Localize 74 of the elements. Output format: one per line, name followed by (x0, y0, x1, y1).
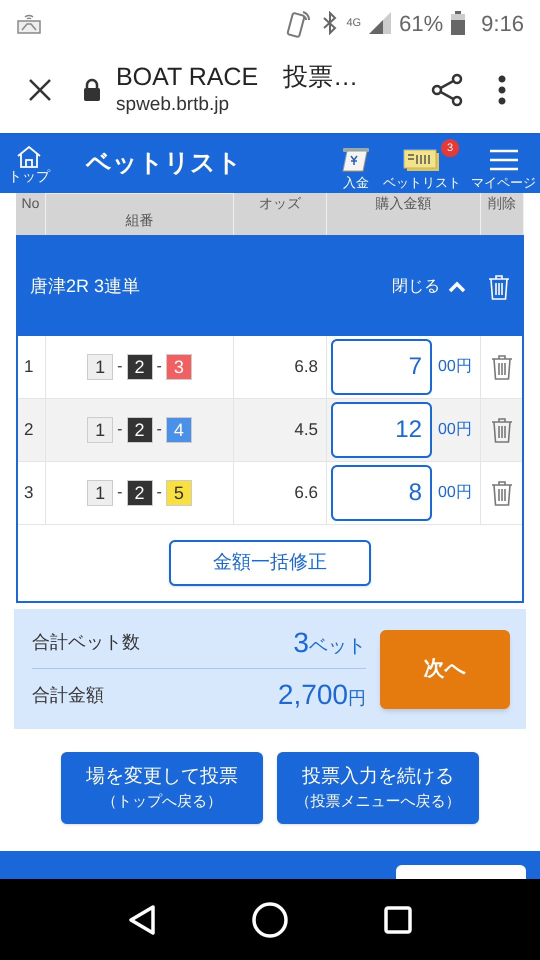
header-nav-item[interactable]: マイページ (469, 139, 538, 189)
menu-icon (488, 147, 520, 173)
header-title: ベットリスト (86, 148, 242, 180)
amount-unit: 00円 (438, 357, 472, 377)
count-badge: 3 (441, 139, 459, 157)
total-amount-label: 合計金額 (32, 684, 104, 706)
share-icon[interactable] (430, 72, 464, 106)
boat-number: 1 (87, 417, 114, 443)
boat-number: 4 (166, 417, 192, 443)
bet-count: 3ベット (293, 626, 366, 660)
ticket-stack-icon (403, 147, 441, 173)
odds: 6.6 (294, 482, 318, 504)
odds: 6.8 (294, 356, 318, 378)
boat-number: 5 (166, 480, 192, 506)
dash: - (156, 420, 162, 440)
amount-unit: 00円 (438, 420, 472, 440)
column-header: 購入金額 (376, 194, 432, 213)
dash: - (117, 357, 122, 377)
row-number: 2 (24, 419, 34, 442)
amount-field[interactable]: 12 (331, 402, 432, 458)
column-header: 組番 (126, 211, 154, 230)
column-header: 削除 (488, 194, 516, 213)
total-amount: 2,700円 (278, 678, 366, 712)
clock: 9:16 (481, 10, 524, 38)
home-circle-icon[interactable] (251, 900, 289, 938)
column-header: オッズ (259, 194, 301, 213)
amount-unit: 00円 (438, 483, 472, 503)
header-nav-item[interactable]: ベットリスト 3 (381, 139, 463, 189)
home-icon (16, 145, 42, 169)
boat-number: 1 (87, 480, 114, 506)
boat-number: 2 (126, 417, 152, 443)
delete-button[interactable] (490, 417, 512, 443)
signal-icon (369, 12, 392, 34)
close-icon[interactable] (28, 78, 52, 102)
boat-number: 2 (126, 480, 152, 506)
bet-count-label: 合計ベット数 (32, 631, 140, 654)
delete-button[interactable] (490, 480, 512, 506)
network-type: 4G (346, 16, 362, 30)
trash-icon (490, 417, 512, 443)
trash-icon (490, 354, 512, 380)
page-title: BOAT RACE 投票… (116, 62, 358, 93)
trash-icon (490, 480, 512, 506)
row-number: 1 (24, 356, 34, 378)
delete-button[interactable] (490, 354, 512, 380)
amount-field[interactable]: 7 (331, 339, 432, 395)
boat-number: 2 (126, 354, 152, 380)
navigation-button[interactable]: 投票入力を続ける （投票メニューへ戻る） (277, 752, 479, 824)
race-group-header[interactable]: 唐津2R 3連単 閉じる (18, 237, 522, 336)
recents-icon[interactable] (383, 904, 413, 934)
battery-icon (451, 11, 466, 35)
amount-field[interactable]: 8 (331, 465, 432, 521)
odds: 4.5 (294, 419, 318, 442)
toggle-label[interactable]: 閉じる (392, 274, 440, 298)
dash: - (156, 483, 162, 503)
battery-percent: 61% (399, 10, 444, 38)
race-title: 唐津2R 3連単 (30, 275, 140, 298)
dash: - (117, 483, 122, 503)
boat-number: 3 (166, 354, 192, 380)
back-icon[interactable] (127, 904, 157, 936)
page-url: spweb.brtb.jp (116, 93, 230, 117)
bulk-edit-button[interactable]: 金額一括修正 (169, 540, 371, 586)
trash-icon (488, 274, 510, 300)
bluetooth-icon (322, 11, 338, 35)
more-icon[interactable] (498, 74, 506, 104)
column-header: No (22, 194, 40, 213)
dash: - (117, 420, 122, 440)
row-number: 3 (24, 482, 34, 504)
home-button[interactable]: トップ (0, 145, 58, 183)
next-button[interactable]: 次へ (380, 630, 510, 708)
boat-number: 1 (87, 354, 114, 380)
navigation-button[interactable]: 場を変更して投票 （トップへ戻る） (61, 752, 263, 824)
lock-icon (82, 78, 102, 102)
header-nav-item[interactable]: 入金 (337, 139, 375, 189)
dash: - (156, 357, 162, 377)
